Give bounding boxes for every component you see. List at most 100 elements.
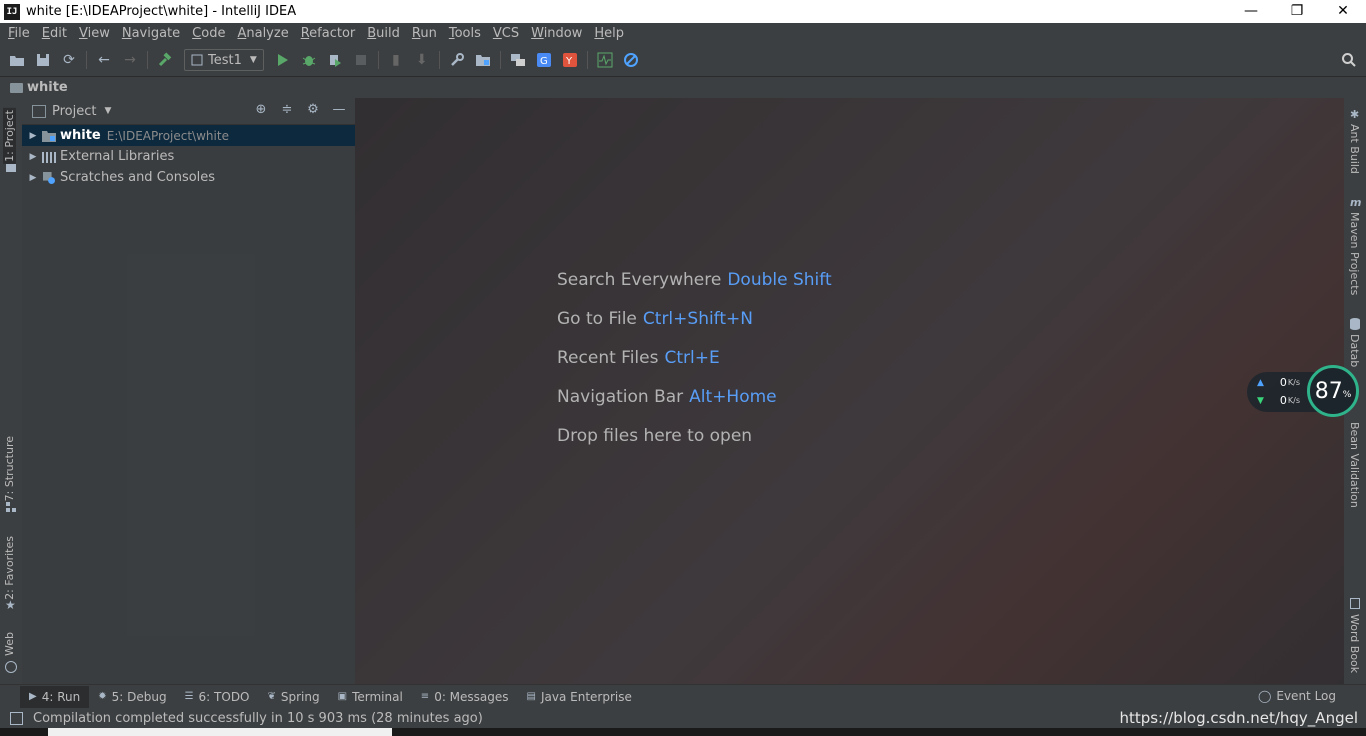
tab-maven-projects[interactable]: Maven Projects — [1348, 212, 1361, 295]
tab-debug[interactable]: ✹ 5: Debug — [89, 686, 175, 708]
tab-favorites[interactable]: 2: Favorites — [3, 536, 16, 600]
menu-refactor[interactable]: Refactor — [295, 23, 362, 44]
disable-icon[interactable] — [620, 49, 642, 71]
gauge-value: 87 — [1314, 378, 1343, 404]
tab-terminal[interactable]: ▣ Terminal — [329, 686, 412, 708]
expand-arrow-icon[interactable]: ▶ — [26, 131, 40, 141]
menu-build[interactable]: Build — [361, 23, 406, 44]
sdk-manager-icon[interactable] — [507, 49, 529, 71]
todo-list-icon: ☰ — [184, 691, 194, 702]
tab-ant-build[interactable]: Ant Build — [1348, 124, 1361, 174]
synchronize-icon[interactable]: ⟳ — [58, 49, 80, 71]
network-speed-widget[interactable]: ▲ 0 K/s ▼ 0 K/s 87% — [1247, 365, 1359, 417]
menu-navigate[interactable]: Navigate — [116, 23, 186, 44]
scratches-icon — [43, 171, 55, 184]
run-with-coverage-icon[interactable] — [324, 49, 346, 71]
stop-icon[interactable] — [350, 49, 372, 71]
tree-item-external-libraries[interactable]: ▶ External Libraries — [22, 146, 355, 167]
menu-code[interactable]: Code — [186, 23, 231, 44]
tab-web-label: Web — [3, 632, 16, 656]
collapse-all-icon[interactable]: ≑ — [277, 102, 297, 117]
tab-run-label: 4: Run — [41, 689, 81, 704]
tab-bean-validation[interactable]: Bean Validation — [1348, 422, 1361, 508]
chevron-down-icon[interactable]: ▼ — [104, 106, 111, 116]
window-controls: — ❐ ✕ — [1228, 0, 1366, 23]
tab-run[interactable]: ▶ 4: Run — [20, 685, 90, 708]
editor-empty-area[interactable]: Search Everywhere Double Shift Go to File… — [355, 98, 1344, 684]
menu-analyze[interactable]: Analyze — [231, 23, 294, 44]
svg-text:G: G — [540, 56, 548, 67]
memory-usage-gauge: 87% — [1307, 365, 1359, 417]
vcs-commit-icon[interactable]: ⬇ — [411, 49, 433, 71]
bottom-tool-tabs: ▶ 4: Run ✹ 5: Debug ☰ 6: TODO ❦ Spring ▣… — [0, 684, 1366, 708]
menu-view[interactable]: View — [73, 23, 116, 44]
build-hammer-icon[interactable] — [154, 49, 176, 71]
menu-vcs[interactable]: VCS — [487, 23, 525, 44]
structure-icon — [6, 501, 16, 512]
tab-java-enterprise-label: Java Enterprise — [540, 689, 632, 704]
toolbar-separator — [438, 51, 440, 69]
gauge-percent-sign: % — [1342, 390, 1352, 400]
tab-database-label: Datab — [1348, 334, 1361, 368]
expand-arrow-icon[interactable]: ▶ — [26, 173, 40, 183]
menu-bar: File Edit View Navigate Code Analyze Ref… — [0, 23, 1366, 44]
debug-bug-icon[interactable] — [298, 49, 320, 71]
toolbar-separator — [499, 51, 501, 69]
search-icon[interactable] — [1338, 49, 1360, 71]
translate-youdao-icon[interactable]: Y — [559, 49, 581, 71]
tab-maven-label: Maven Projects — [1348, 212, 1361, 296]
tab-structure[interactable]: 7: Structure — [3, 436, 16, 501]
menu-run[interactable]: Run — [406, 23, 443, 44]
project-structure-icon[interactable] — [472, 49, 494, 71]
forward-arrow-icon[interactable]: → — [119, 49, 141, 71]
run-configuration-select[interactable]: Test1 ▼ — [184, 49, 264, 71]
scroll-from-source-icon[interactable]: ⊕ — [251, 102, 271, 117]
left-tool-stripe: 1: Project 7: Structure 2: Favorites ★ W… — [0, 98, 22, 684]
tree-item-scratches[interactable]: ▶ Scratches and Consoles — [22, 167, 355, 188]
tab-spring[interactable]: ❦ Spring — [259, 686, 329, 708]
breadcrumb: white — [0, 76, 1366, 98]
taskbar-search-box[interactable] — [48, 728, 392, 736]
menu-help[interactable]: Help — [588, 23, 630, 44]
event-log-button[interactable]: ◯ Event Log — [1258, 685, 1336, 707]
breadcrumb-label: white — [27, 80, 68, 95]
hide-panel-icon[interactable]: — — [329, 102, 349, 117]
menu-window[interactable]: Window — [525, 23, 588, 44]
tab-word-book[interactable]: Word Book — [1348, 614, 1361, 673]
download-speed: ▼ 0 K/s — [1257, 394, 1300, 407]
gear-icon[interactable]: ⚙ — [303, 102, 323, 117]
editor-background-image — [355, 98, 1344, 684]
menu-file[interactable]: File — [2, 23, 36, 44]
open-folder-icon[interactable] — [6, 49, 28, 71]
tab-java-enterprise[interactable]: ▤ Java Enterprise — [518, 686, 641, 708]
expand-arrow-icon[interactable]: ▶ — [26, 152, 40, 162]
back-arrow-icon[interactable]: ← — [93, 49, 115, 71]
menu-tools[interactable]: Tools — [443, 23, 487, 44]
run-config-label: Test1 — [208, 52, 242, 68]
tab-project[interactable]: 1: Project — [3, 108, 16, 164]
minimize-button[interactable]: — — [1228, 0, 1274, 23]
save-all-icon[interactable] — [32, 49, 54, 71]
activity-monitor-icon[interactable] — [594, 49, 616, 71]
tab-todo[interactable]: ☰ 6: TODO — [176, 686, 259, 708]
hint-drop-files: Drop files here to open — [557, 426, 752, 446]
tab-bean-label: Bean Validation — [1348, 422, 1361, 508]
restore-button[interactable]: ❐ — [1274, 0, 1320, 23]
vcs-update-icon[interactable]: ▮ — [385, 49, 407, 71]
project-view-selector[interactable]: Project — [52, 104, 96, 119]
menu-edit[interactable]: Edit — [36, 23, 73, 44]
maven-icon: m — [1350, 196, 1362, 209]
hint-text: Recent Files — [557, 348, 659, 368]
tab-web[interactable]: Web — [3, 632, 16, 656]
settings-wrench-icon[interactable] — [446, 49, 468, 71]
tab-ant-build-label: Ant Build — [1348, 124, 1361, 174]
translate-google-icon[interactable]: G — [533, 49, 555, 71]
status-window-icon[interactable] — [10, 711, 23, 725]
tab-messages[interactable]: ≡ 0: Messages — [412, 686, 518, 708]
event-log-icon: ◯ — [1257, 689, 1272, 703]
breadcrumb-item-white[interactable]: white — [10, 80, 68, 95]
run-icon[interactable] — [272, 49, 294, 71]
tab-database[interactable]: Datab — [1348, 334, 1361, 367]
tree-item-white[interactable]: ▶ white E:\IDEAProject\white — [22, 125, 355, 146]
close-button[interactable]: ✕ — [1320, 0, 1366, 23]
